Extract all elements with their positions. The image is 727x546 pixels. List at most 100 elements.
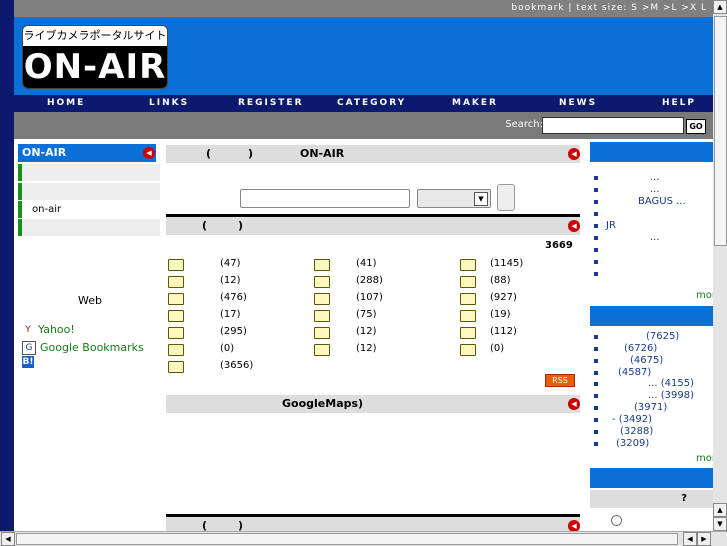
ranking-item[interactable]: (3209) (616, 438, 649, 449)
collapse-arrow-icon[interactable]: ◀ (568, 148, 580, 160)
nav-register[interactable]: REGISTER (238, 95, 304, 112)
category-link[interactable]: (47) (220, 258, 241, 269)
google-icon: G (22, 341, 36, 355)
right-list-item[interactable]: ... (650, 184, 660, 195)
ranking-item[interactable]: ... (3998) (648, 390, 694, 401)
right-list-item[interactable]: ... (650, 232, 660, 243)
collapse-arrow-icon[interactable]: ◀ (568, 520, 580, 531)
collapse-arrow-icon[interactable]: ◀ (568, 398, 580, 410)
nav-news[interactable]: NEWS (559, 95, 597, 112)
category-link[interactable]: (12) (220, 275, 241, 286)
category-link[interactable]: (927) (490, 292, 517, 303)
list-bullet (594, 236, 598, 240)
folder-icon (168, 293, 184, 305)
category-link[interactable]: (12) (356, 326, 377, 337)
list-bullet (594, 248, 598, 252)
category-link[interactable]: (41) (356, 258, 377, 269)
scroll-up-icon[interactable]: ▲ (713, 0, 727, 14)
list-bullet (594, 335, 598, 339)
total-count: 3669 (545, 240, 573, 251)
nav-help[interactable]: HELP (662, 95, 696, 112)
scroll-up-icon[interactable]: ▲ (713, 503, 727, 517)
category-link[interactable]: (88) (490, 275, 511, 286)
category-link[interactable]: (476) (220, 292, 247, 303)
folder-icon (314, 310, 330, 322)
yahoo-bookmark-link[interactable]: Y Yahoo! (22, 323, 75, 336)
list-bullet (594, 430, 598, 434)
category-link[interactable]: (1145) (490, 258, 523, 269)
bar-paren-close: ) (238, 519, 244, 531)
logo-subtitle: ライブカメラポータルサイト (23, 26, 167, 46)
category-link[interactable]: (75) (356, 309, 377, 320)
category-select[interactable]: ▼ (417, 189, 491, 208)
site-logo[interactable]: ライブカメラポータルサイト ON-AIR (22, 25, 168, 89)
yahoo-link-label: Yahoo! (38, 323, 75, 336)
category-link[interactable]: (12) (356, 343, 377, 354)
category-link[interactable]: (19) (490, 309, 511, 320)
logo-title: ON-AIR (23, 46, 167, 88)
poll-question-label: ? (681, 493, 687, 504)
category-link[interactable]: (17) (220, 309, 241, 320)
horizontal-scroll-thumb[interactable] (16, 533, 678, 545)
more-link-1[interactable]: mor (696, 290, 713, 301)
ranking-item[interactable]: (6726) (624, 343, 657, 354)
search-label: Search: (505, 119, 543, 130)
google-link-label: Google Bookmarks (40, 341, 144, 354)
main-nav: HOME LINKS REGISTER CATEGORY MAKER NEWS … (14, 95, 713, 112)
nav-category[interactable]: CATEGORY (337, 95, 406, 112)
list-bullet (594, 418, 598, 422)
hatena-bookmark-link[interactable]: B! (22, 355, 38, 368)
category-link[interactable]: (3656) (220, 360, 253, 371)
folder-icon (168, 310, 184, 322)
left-menu-item[interactable] (18, 219, 160, 236)
rss-button[interactable]: RSS (545, 374, 575, 387)
right-list-item[interactable]: BAGUS ... (638, 196, 686, 207)
category-link[interactable]: (0) (490, 343, 504, 354)
right-list-item[interactable]: JR (606, 220, 616, 231)
google-bookmark-link[interactable]: G Google Bookmarks (22, 341, 144, 355)
collapse-arrow-icon[interactable]: ◀ (568, 220, 580, 232)
ranking-item[interactable]: (3971) (634, 402, 667, 413)
right-list-item[interactable]: ... (650, 172, 660, 183)
folder-icon (314, 276, 330, 288)
category-link[interactable]: (295) (220, 326, 247, 337)
site-header: ライブカメラポータルサイト ON-AIR (14, 17, 713, 95)
bookmark-textsize-links[interactable]: bookmark | text size: S >M >L >X L (511, 3, 713, 13)
nav-links[interactable]: LINKS (149, 95, 189, 112)
ranking-item[interactable]: - (3492) (612, 414, 652, 425)
more-link-2[interactable]: mor (696, 453, 713, 464)
category-link[interactable]: (288) (356, 275, 383, 286)
collapse-arrow-icon[interactable]: ◀ (143, 147, 155, 159)
search-input[interactable] (542, 117, 684, 134)
horizontal-scrollbar[interactable]: ◀ ◀ ▶ (0, 531, 727, 546)
left-menu-item[interactable] (18, 164, 160, 181)
search-submit-button[interactable] (497, 184, 515, 211)
nav-maker[interactable]: MAKER (452, 95, 498, 112)
go-button[interactable]: GO (686, 119, 706, 134)
folder-icon (460, 327, 476, 339)
category-link[interactable]: (107) (356, 292, 383, 303)
section-header-onair: ( ) ON-AIR ◀ (166, 145, 580, 163)
scroll-left-icon[interactable]: ◀ (683, 532, 697, 546)
category-link[interactable]: (112) (490, 326, 517, 337)
vertical-scroll-thumb[interactable] (714, 16, 727, 246)
keyword-input[interactable] (240, 189, 410, 208)
ranking-item[interactable]: (4675) (630, 355, 663, 366)
scroll-down-icon[interactable]: ▼ (713, 517, 727, 531)
left-menu-item[interactable] (18, 183, 160, 200)
scroll-right-icon[interactable]: ▶ (697, 532, 711, 546)
ranking-item[interactable]: (3288) (620, 426, 653, 437)
left-menu-item[interactable]: on-air (18, 201, 160, 218)
poll-radio[interactable] (611, 515, 622, 526)
scroll-left-icon[interactable]: ◀ (1, 532, 15, 546)
vertical-scrollbar[interactable]: ▲ ▲ ▼ (713, 0, 727, 531)
ranking-item[interactable]: (7625) (646, 331, 679, 342)
ranking-item[interactable]: ... (4155) (648, 378, 694, 389)
chevron-down-icon: ▼ (474, 192, 488, 206)
ranking-item[interactable]: (4587) (618, 367, 651, 378)
folder-icon (168, 276, 184, 288)
left-menu-label: on-air (32, 204, 62, 215)
nav-home[interactable]: HOME (47, 95, 85, 112)
category-link[interactable]: (0) (220, 343, 234, 354)
top-utility-bar: bookmark | text size: S >M >L >X L (14, 0, 713, 17)
